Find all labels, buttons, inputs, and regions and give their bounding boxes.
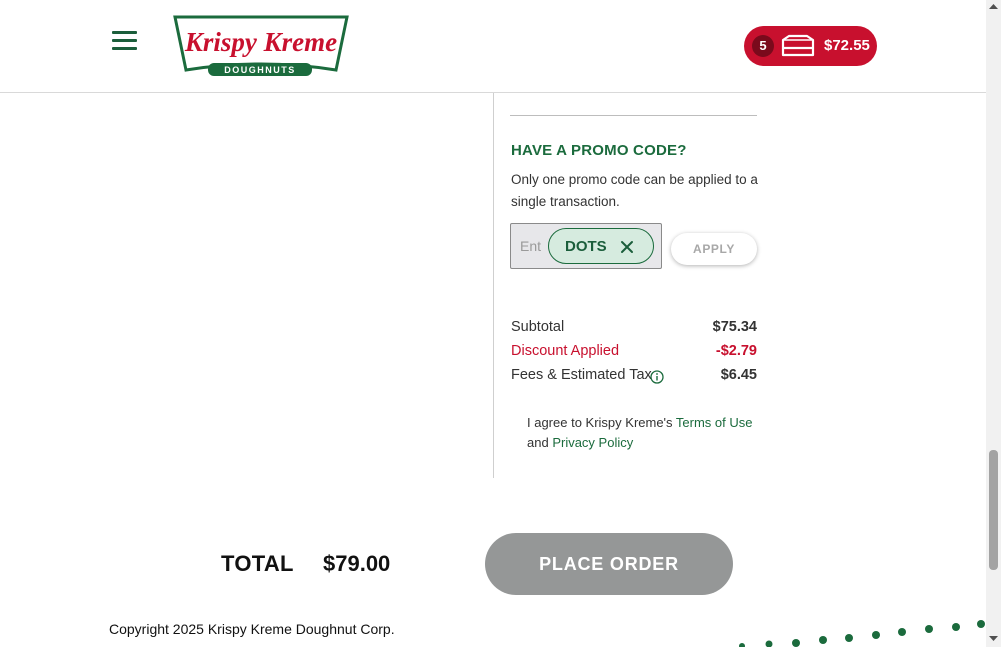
krispy-kreme-logo[interactable]: Krispy Kreme DOUGHNUTS <box>172 14 350 78</box>
applied-promo-chip: DOTS <box>548 228 654 264</box>
terms-of-use-link[interactable]: Terms of Use <box>676 415 753 430</box>
terms-agreement: I agree to Krispy Kreme's Terms of Use a… <box>527 413 753 453</box>
subtotal-label: Subtotal <box>511 319 565 335</box>
svg-text:Krispy Kreme: Krispy Kreme <box>184 27 337 57</box>
scrollbar-thumb[interactable] <box>989 450 998 570</box>
subtotal-value: $75.34 <box>712 319 757 335</box>
vertical-scrollbar[interactable] <box>986 0 1001 647</box>
subtotal-row: Subtotal $75.34 <box>511 319 757 339</box>
apply-promo-button[interactable]: APPLY <box>671 233 757 265</box>
discount-value: -$2.79 <box>715 343 757 359</box>
cart-button[interactable]: 5 $72.55 <box>744 26 877 66</box>
decorative-dots <box>739 620 985 647</box>
scroll-down-arrow-icon[interactable] <box>989 634 998 643</box>
hamburger-menu-icon[interactable] <box>112 31 138 51</box>
info-icon[interactable] <box>650 370 664 384</box>
total-value: $79.00 <box>323 551 391 576</box>
cart-total: $72.55 <box>824 37 870 54</box>
close-icon[interactable] <box>619 239 635 255</box>
agreement-prefix: I agree to Krispy Kreme's <box>527 415 676 430</box>
fees-label: Fees & Estimated Tax <box>511 367 652 383</box>
discount-row: Discount Applied -$2.79 <box>511 343 757 363</box>
discount-label: Discount Applied <box>511 343 620 359</box>
place-order-button[interactable]: PLACE ORDER <box>485 533 733 595</box>
section-divider <box>510 115 757 116</box>
site-header: Krispy Kreme DOUGHNUTS 5 $72.55 <box>0 0 986 93</box>
promo-code-heading: HAVE A PROMO CODE? <box>511 142 687 159</box>
copyright-text: Copyright 2025 Krispy Kreme Doughnut Cor… <box>109 621 395 637</box>
applied-promo-code: DOTS <box>565 238 607 255</box>
cart-count-badge: 5 <box>752 35 774 57</box>
agreement-middle: and <box>527 435 553 450</box>
svg-text:DOUGHNUTS: DOUGHNUTS <box>224 65 296 75</box>
column-divider <box>493 93 494 478</box>
total-label: TOTAL <box>221 551 294 576</box>
fees-value: $6.45 <box>720 367 757 383</box>
promo-code-placeholder: Ent <box>520 238 542 254</box>
promo-code-description: Only one promo code can be applied to a … <box>511 172 758 209</box>
promo-code-input[interactable]: Ent DOTS <box>510 223 662 269</box>
fees-row: Fees & Estimated Tax $6.45 <box>511 367 757 387</box>
cart-box-icon <box>781 34 815 57</box>
scroll-up-arrow-icon[interactable] <box>989 2 998 11</box>
privacy-policy-link[interactable]: Privacy Policy <box>552 435 633 450</box>
